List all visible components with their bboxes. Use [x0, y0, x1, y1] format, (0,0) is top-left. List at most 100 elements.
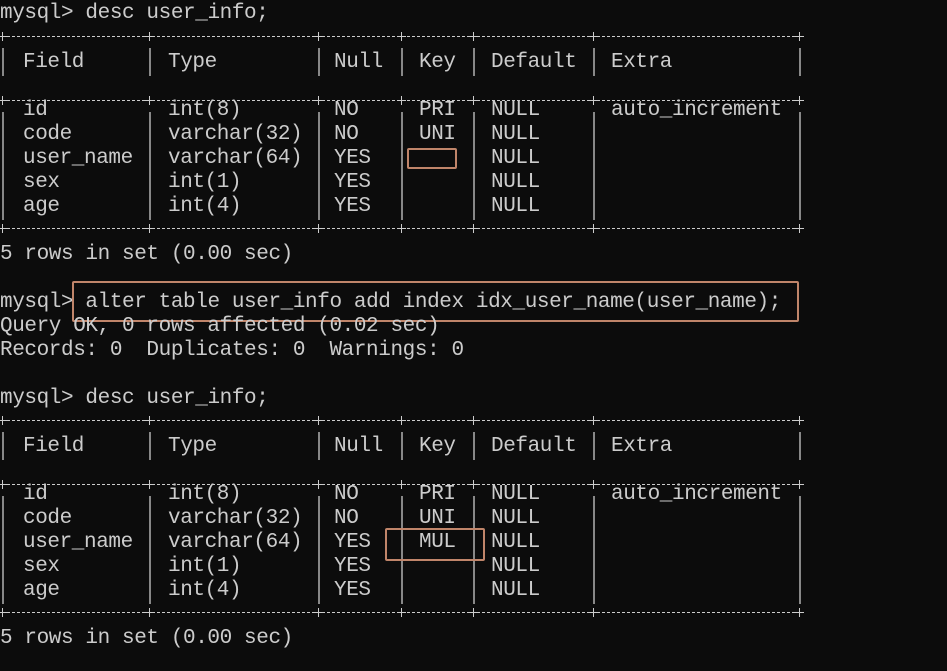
table-corner [0, 416, 7, 425]
table-cell-key: UNI [419, 123, 456, 146]
table-corner [469, 224, 478, 233]
table-corner [469, 480, 478, 489]
table-corner [397, 416, 406, 425]
column-separator [2, 432, 4, 460]
table-cell-field: sex [23, 171, 60, 194]
table-corner [589, 608, 598, 617]
table-cell-type: int(8) [168, 483, 242, 506]
table-cell-type: varchar(32) [168, 507, 303, 530]
table-cell-default: NULL [491, 123, 540, 146]
table-corner [314, 96, 323, 105]
table-corner [589, 224, 598, 233]
column-separator [2, 48, 4, 76]
records-summary: Records: 0 Duplicates: 0 Warnings: 0 [0, 339, 464, 362]
column-separator [401, 48, 403, 76]
table-cell-default: NULL [491, 579, 540, 602]
column-separator [593, 48, 595, 76]
column-header-type: Type [168, 51, 217, 74]
table-cell-null: NO [334, 483, 359, 506]
table-cell-type: int(4) [168, 195, 242, 218]
table-corner [589, 32, 598, 41]
column-separator [149, 496, 151, 604]
column-separator [2, 112, 4, 220]
column-header-extra: Extra [611, 435, 673, 458]
column-header-type: Type [168, 435, 217, 458]
table-cell-key: PRI [419, 483, 456, 506]
table-cell-type: int(1) [168, 171, 242, 194]
table-cell-default: NULL [491, 483, 540, 506]
table-corner [795, 32, 804, 41]
column-header-field: Field [23, 51, 85, 74]
table-cell-field: age [23, 579, 60, 602]
column-separator [593, 112, 595, 220]
prompt: mysql> [0, 291, 74, 314]
table-corner [795, 96, 804, 105]
table-cell-type: int(8) [168, 99, 242, 122]
table-corner [314, 32, 323, 41]
table-cell-null: YES [334, 147, 371, 170]
table-cell-type: varchar(32) [168, 123, 303, 146]
table-cell-type: varchar(64) [168, 531, 303, 554]
table-cell-field: code [23, 507, 72, 530]
column-separator [799, 496, 801, 604]
column-separator [473, 48, 475, 76]
table-corner [0, 224, 7, 233]
table-corner [589, 480, 598, 489]
command-text: desc user_info; [73, 2, 269, 25]
table-cell-field: user_name [23, 147, 133, 170]
column-separator [149, 432, 151, 460]
column-separator [593, 432, 595, 460]
command-line-desc-2: mysql> desc user_info; [0, 387, 269, 411]
table-corner [795, 608, 804, 617]
table-cell-default: NULL [491, 507, 540, 530]
table-corner [397, 480, 406, 489]
table-corner [469, 608, 478, 617]
column-header-key: Key [419, 51, 456, 74]
table-corner [397, 32, 406, 41]
column-separator [799, 432, 801, 460]
command-text: desc user_info; [73, 387, 269, 410]
column-separator [593, 496, 595, 604]
table-corner [397, 224, 406, 233]
command-line-desc-1: mysql> desc user_info; [0, 2, 269, 26]
column-separator [149, 112, 151, 220]
table-corner [314, 416, 323, 425]
table-cell-null: YES [334, 531, 371, 554]
table-cell-null: YES [334, 195, 371, 218]
table-cell-field: id [23, 483, 48, 506]
column-separator [318, 112, 320, 220]
table-corner [589, 96, 598, 105]
table-corner [795, 224, 804, 233]
table-corner [795, 480, 804, 489]
table-corner [589, 416, 598, 425]
table-cell-field: sex [23, 555, 60, 578]
column-header-default: Default [491, 435, 577, 458]
highlight-mul-key [385, 528, 485, 561]
table-cell-null: NO [334, 99, 359, 122]
result-footer: 5 rows in set (0.00 sec) [0, 627, 293, 650]
table-corner [145, 96, 154, 105]
table-cell-extra: auto_increment [611, 483, 782, 506]
table-corner [0, 32, 7, 41]
table-cell-default: NULL [491, 171, 540, 194]
table-corner [145, 32, 154, 41]
table-cell-default: NULL [491, 99, 540, 122]
table-corner [0, 480, 7, 489]
table-corner [145, 608, 154, 617]
column-header-field: Field [23, 435, 85, 458]
column-header-default: Default [491, 51, 577, 74]
table-cell-null: NO [334, 123, 359, 146]
result-footer: 5 rows in set (0.00 sec) [0, 243, 293, 266]
column-separator [799, 112, 801, 220]
column-header-null: Null [334, 435, 383, 458]
table-cell-null: YES [334, 171, 371, 194]
table-cell-key: PRI [419, 99, 456, 122]
table-cell-field: age [23, 195, 60, 218]
column-separator [149, 48, 151, 76]
column-header-null: Null [334, 51, 383, 74]
table-cell-default: NULL [491, 531, 540, 554]
column-header-extra: Extra [611, 51, 673, 74]
table-corner [314, 480, 323, 489]
table-cell-extra: auto_increment [611, 99, 782, 122]
column-separator [2, 496, 4, 604]
